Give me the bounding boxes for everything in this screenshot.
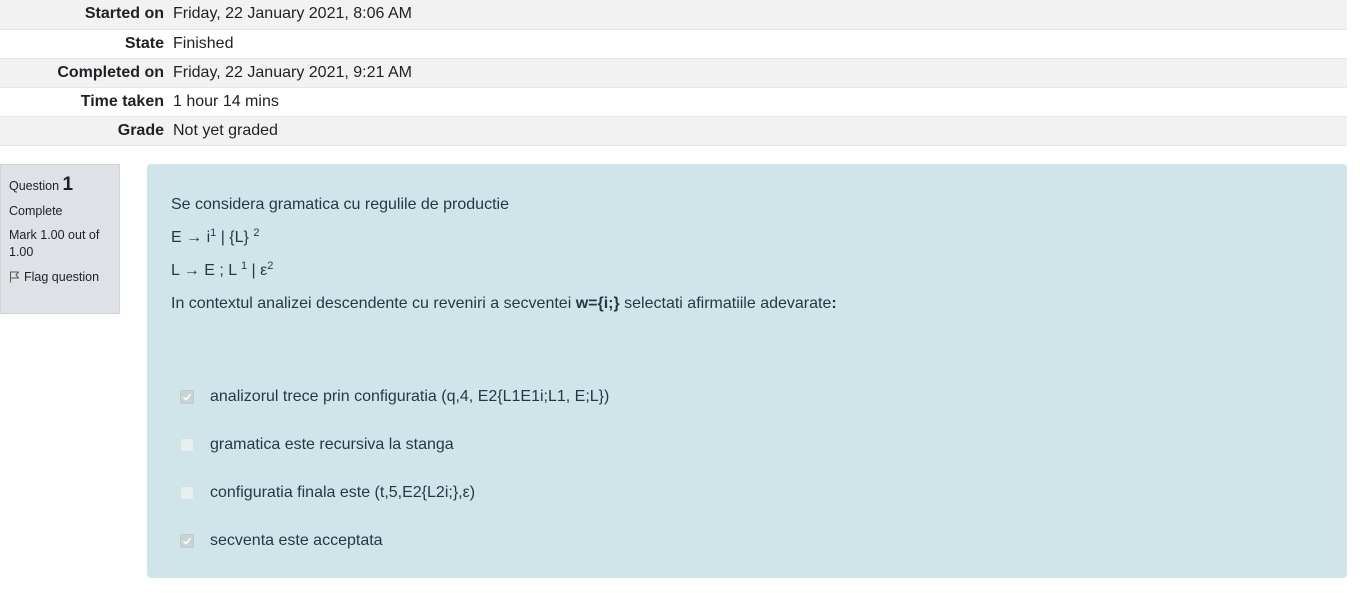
flag-question-button[interactable]: Flag question (9, 270, 113, 284)
checkbox-unchecked[interactable] (180, 486, 194, 500)
summary-label: Grade (117, 121, 164, 139)
summary-label: State (124, 34, 164, 52)
rule-text: L → E ; L (171, 262, 241, 279)
question-word: Question (9, 179, 60, 193)
question-number-value: 1 (62, 174, 74, 195)
summary-row-time-taken: Time taken 1 hour 14 mins (0, 87, 1347, 116)
question-intro: Se considera gramatica cu regulile de pr… (171, 196, 509, 213)
rule-superscript: 2 (253, 227, 260, 239)
summary-value: Finished (173, 34, 234, 52)
answer-label: secventa este acceptata (210, 532, 383, 549)
answer-option: configuratia finala este (t,5,E2{L2i;},ε… (180, 469, 1323, 517)
grammar-rule-1: E → i1 | {L} 2 (171, 221, 1323, 254)
grammar-rule-2: L → E ; L 1 | ε2 (171, 254, 1323, 287)
prompt-sequence: w={i;} (575, 295, 620, 312)
checkbox-checked[interactable] (180, 534, 194, 548)
question-prompt: In contextul analizei descendente cu rev… (171, 287, 1323, 320)
question-state: Complete (9, 204, 63, 218)
answer-label: gramatica este recursiva la stanga (210, 436, 454, 453)
prompt-text: selectati afirmatiile adevarate (619, 295, 832, 312)
summary-row-grade: Grade Not yet graded (0, 116, 1347, 145)
question-info-panel: Question 1 Complete Mark 1.00 out of 1.0… (0, 164, 120, 314)
prompt-text: In contextul analizei descendente cu rev… (171, 295, 576, 312)
prompt-colon: : (831, 295, 837, 312)
summary-label: Time taken (80, 92, 164, 110)
summary-row-state: State Finished (0, 29, 1347, 58)
rule-text: | ε (247, 262, 268, 279)
summary-label: Started on (84, 5, 164, 23)
rule-text: | {L} (216, 229, 254, 246)
flag-outline-icon (9, 271, 20, 283)
question-grade: Mark 1.00 out of 1.00 (9, 228, 100, 259)
summary-value: 1 hour 14 mins (173, 92, 279, 110)
summary-value: Friday, 22 January 2021, 8:06 AM (173, 5, 412, 23)
answer-list: analizorul trece prin configuratia (q,4,… (171, 373, 1323, 565)
answer-option: gramatica este recursiva la stanga (180, 421, 1323, 469)
answer-option: secventa este acceptata (180, 517, 1323, 565)
checkbox-checked[interactable] (180, 390, 194, 404)
summary-label: Completed on (57, 63, 164, 81)
question-text: Se considera gramatica cu regulile de pr… (171, 188, 1323, 320)
flag-question-label: Flag question (24, 270, 100, 284)
rule-superscript: 2 (267, 260, 274, 272)
answer-option: analizorul trece prin configuratia (q,4,… (180, 373, 1323, 421)
answer-label: analizorul trece prin configuratia (q,4,… (210, 388, 610, 405)
attempt-summary-table: Started on Friday, 22 January 2021, 8:06… (0, 0, 1347, 146)
question-content-panel: Se considera gramatica cu regulile de pr… (147, 164, 1347, 578)
summary-row-completed: Completed on Friday, 22 January 2021, 9:… (0, 58, 1347, 87)
checkbox-unchecked[interactable] (180, 438, 194, 452)
summary-value: Not yet graded (173, 121, 278, 139)
rule-text: E → i (171, 229, 211, 246)
answer-label: configuratia finala este (t,5,E2{L2i;},ε… (210, 484, 476, 501)
summary-row-started: Started on Friday, 22 January 2021, 8:06… (0, 0, 1347, 29)
summary-value: Friday, 22 January 2021, 9:21 AM (173, 63, 412, 81)
question-number: Question 1 (9, 174, 113, 196)
